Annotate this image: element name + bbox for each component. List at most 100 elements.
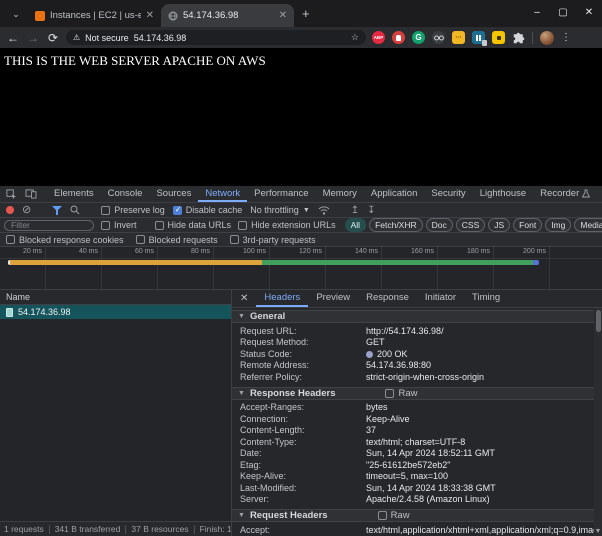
pill-fetch-xhr[interactable]: Fetch/XHR bbox=[369, 218, 423, 232]
teal-docs-extension-icon[interactable] bbox=[472, 31, 485, 44]
yellow-note-extension-icon[interactable] bbox=[492, 31, 505, 44]
scrollbar-thumb[interactable] bbox=[596, 310, 601, 332]
tab-close-icon[interactable]: ✕ bbox=[146, 10, 154, 21]
checkbox-icon[interactable] bbox=[155, 221, 164, 230]
not-secure-label[interactable]: Not secure bbox=[85, 33, 129, 43]
request-row[interactable]: 54.174.36.98 bbox=[0, 305, 231, 319]
reload-button[interactable]: ⟳ bbox=[46, 31, 60, 45]
checkbox-icon[interactable] bbox=[230, 235, 239, 244]
close-details-icon[interactable]: ✕ bbox=[232, 290, 256, 307]
pill-doc[interactable]: Doc bbox=[426, 218, 453, 232]
extensions-puzzle-icon[interactable] bbox=[512, 31, 525, 44]
network-overview-timeline[interactable]: 20 ms 40 ms 60 ms 80 ms 100 ms 120 ms 14… bbox=[0, 247, 602, 290]
invert-checkbox[interactable]: Invert bbox=[101, 220, 137, 230]
checkbox-icon[interactable] bbox=[101, 206, 110, 215]
not-secure-warning-icon[interactable]: ⚠ bbox=[73, 33, 80, 42]
yellow-extension-icon[interactable]: ··· bbox=[452, 31, 465, 44]
details-tab-response[interactable]: Response bbox=[358, 290, 417, 307]
devtools-tab-performance[interactable]: Performance bbox=[247, 186, 315, 202]
blocked-response-cookies-checkbox[interactable]: Blocked response cookies bbox=[6, 235, 124, 245]
checkbox-checked-icon[interactable] bbox=[173, 206, 182, 215]
browser-tab-ec2[interactable]: Instances | EC2 | us-east-1 ✕ bbox=[28, 4, 161, 27]
pill-css[interactable]: CSS bbox=[456, 218, 485, 232]
clear-network-log-icon[interactable]: ⊘ bbox=[22, 206, 31, 214]
devtools-tab-memory[interactable]: Memory bbox=[316, 186, 364, 202]
preserve-log-checkbox[interactable]: Preserve log bbox=[101, 205, 165, 215]
device-toolbar-icon[interactable] bbox=[25, 189, 37, 199]
maximize-button[interactable]: ▢ bbox=[550, 7, 576, 18]
requests-empty-area bbox=[0, 319, 231, 521]
back-button[interactable]: ← bbox=[6, 31, 20, 45]
devtools-tab-sources[interactable]: Sources bbox=[149, 186, 198, 202]
forward-button[interactable]: → bbox=[26, 31, 40, 45]
search-icon[interactable] bbox=[70, 205, 80, 215]
blocker-hand-icon[interactable] bbox=[392, 31, 405, 44]
browser-tab-webserver[interactable]: 54.174.36.98 ✕ bbox=[161, 4, 294, 27]
pill-img[interactable]: Img bbox=[545, 218, 571, 232]
import-har-icon[interactable]: ↥ bbox=[351, 205, 359, 216]
browser-window: ⌄ Instances | EC2 | us-east-1 ✕ 54.174.3… bbox=[0, 0, 602, 536]
blocked-requests-checkbox[interactable]: Blocked requests bbox=[136, 235, 218, 245]
checkbox-icon[interactable] bbox=[378, 511, 387, 520]
close-button[interactable]: ✕ bbox=[576, 7, 602, 18]
timeline-tick: 60 ms bbox=[0, 247, 158, 289]
checkbox-icon[interactable] bbox=[385, 389, 394, 398]
profile-avatar[interactable] bbox=[540, 31, 554, 45]
new-tab-button[interactable]: + bbox=[302, 6, 310, 21]
raw-toggle[interactable]: Raw bbox=[385, 388, 417, 399]
devtools-tab-application[interactable]: Application bbox=[364, 186, 424, 202]
disable-cache-checkbox[interactable]: Disable cache bbox=[173, 205, 243, 215]
grammarly-icon[interactable]: G bbox=[412, 31, 425, 44]
third-party-requests-checkbox[interactable]: 3rd-party requests bbox=[230, 235, 316, 245]
pill-font[interactable]: Font bbox=[513, 218, 542, 232]
tab-strip: ⌄ Instances | EC2 | us-east-1 ✕ 54.174.3… bbox=[0, 0, 602, 27]
pill-media[interactable]: Media bbox=[574, 218, 602, 232]
pill-all[interactable]: All bbox=[345, 218, 366, 232]
devtools-tab-elements[interactable]: Elements bbox=[47, 186, 101, 202]
details-scrollbar[interactable]: ▼ bbox=[594, 308, 602, 536]
details-tab-timing[interactable]: Timing bbox=[464, 290, 508, 307]
scroll-down-arrow-icon[interactable]: ▼ bbox=[594, 528, 602, 535]
minimize-button[interactable]: – bbox=[524, 7, 550, 18]
chrome-menu-icon[interactable]: ⋮ bbox=[561, 32, 571, 43]
bookmark-star-icon[interactable]: ☆ bbox=[351, 32, 359, 43]
details-tab-initiator[interactable]: Initiator bbox=[417, 290, 464, 307]
details-tab-preview[interactable]: Preview bbox=[308, 290, 358, 307]
throttling-dropdown[interactable]: No throttling▼ bbox=[250, 205, 309, 215]
address-bar[interactable]: ⚠ Not secure 54.174.36.98 ☆ bbox=[66, 30, 366, 45]
more-tabs-chevron-icon[interactable]: » bbox=[597, 186, 602, 202]
tab-close-icon[interactable]: ✕ bbox=[279, 10, 287, 21]
url-text[interactable]: 54.174.36.98 bbox=[134, 33, 346, 43]
checkbox-icon[interactable] bbox=[101, 221, 110, 230]
inspect-cursor-icon[interactable] bbox=[6, 189, 17, 200]
glasses-extension-icon[interactable] bbox=[432, 31, 445, 44]
response-headers-section-header[interactable]: ▼ Response Headers Raw bbox=[232, 387, 594, 400]
hide-data-urls-checkbox[interactable]: Hide data URLs bbox=[155, 220, 232, 230]
devtools-tab-lighthouse[interactable]: Lighthouse bbox=[473, 186, 533, 202]
pill-js[interactable]: JS bbox=[488, 218, 510, 232]
globe-icon bbox=[168, 11, 178, 21]
filter-input[interactable] bbox=[4, 220, 94, 231]
header-row: Connection:Keep-Alive bbox=[232, 413, 594, 425]
checkbox-icon[interactable] bbox=[136, 235, 145, 244]
tab-search-icon[interactable]: ⌄ bbox=[6, 4, 26, 24]
export-har-icon[interactable]: ↧ bbox=[367, 205, 375, 216]
devtools-tab-recorder[interactable]: Recorder bbox=[533, 186, 597, 202]
general-section-header[interactable]: ▼ General bbox=[232, 310, 594, 323]
requests-name-header[interactable]: Name bbox=[0, 290, 231, 305]
devtools-tab-security[interactable]: Security bbox=[424, 186, 472, 202]
checkbox-icon[interactable] bbox=[238, 221, 247, 230]
filter-funnel-icon[interactable] bbox=[52, 206, 62, 215]
request-headers-section-header[interactable]: ▼ Request Headers Raw bbox=[232, 509, 594, 522]
hide-extension-urls-checkbox[interactable]: Hide extension URLs bbox=[238, 220, 336, 230]
finish-time: Finish: 186 ms bbox=[200, 524, 231, 534]
record-button-icon[interactable] bbox=[6, 206, 14, 214]
raw-toggle[interactable]: Raw bbox=[378, 510, 410, 521]
adblock-plus-icon[interactable]: ABP bbox=[372, 31, 385, 44]
request-details-pane: ✕ Headers Preview Response Initiator Tim… bbox=[232, 290, 602, 536]
details-tab-headers[interactable]: Headers bbox=[256, 290, 308, 307]
devtools-tab-console[interactable]: Console bbox=[101, 186, 150, 202]
network-conditions-icon[interactable] bbox=[318, 206, 330, 215]
devtools-tab-network[interactable]: Network bbox=[198, 186, 247, 202]
checkbox-icon[interactable] bbox=[6, 235, 15, 244]
